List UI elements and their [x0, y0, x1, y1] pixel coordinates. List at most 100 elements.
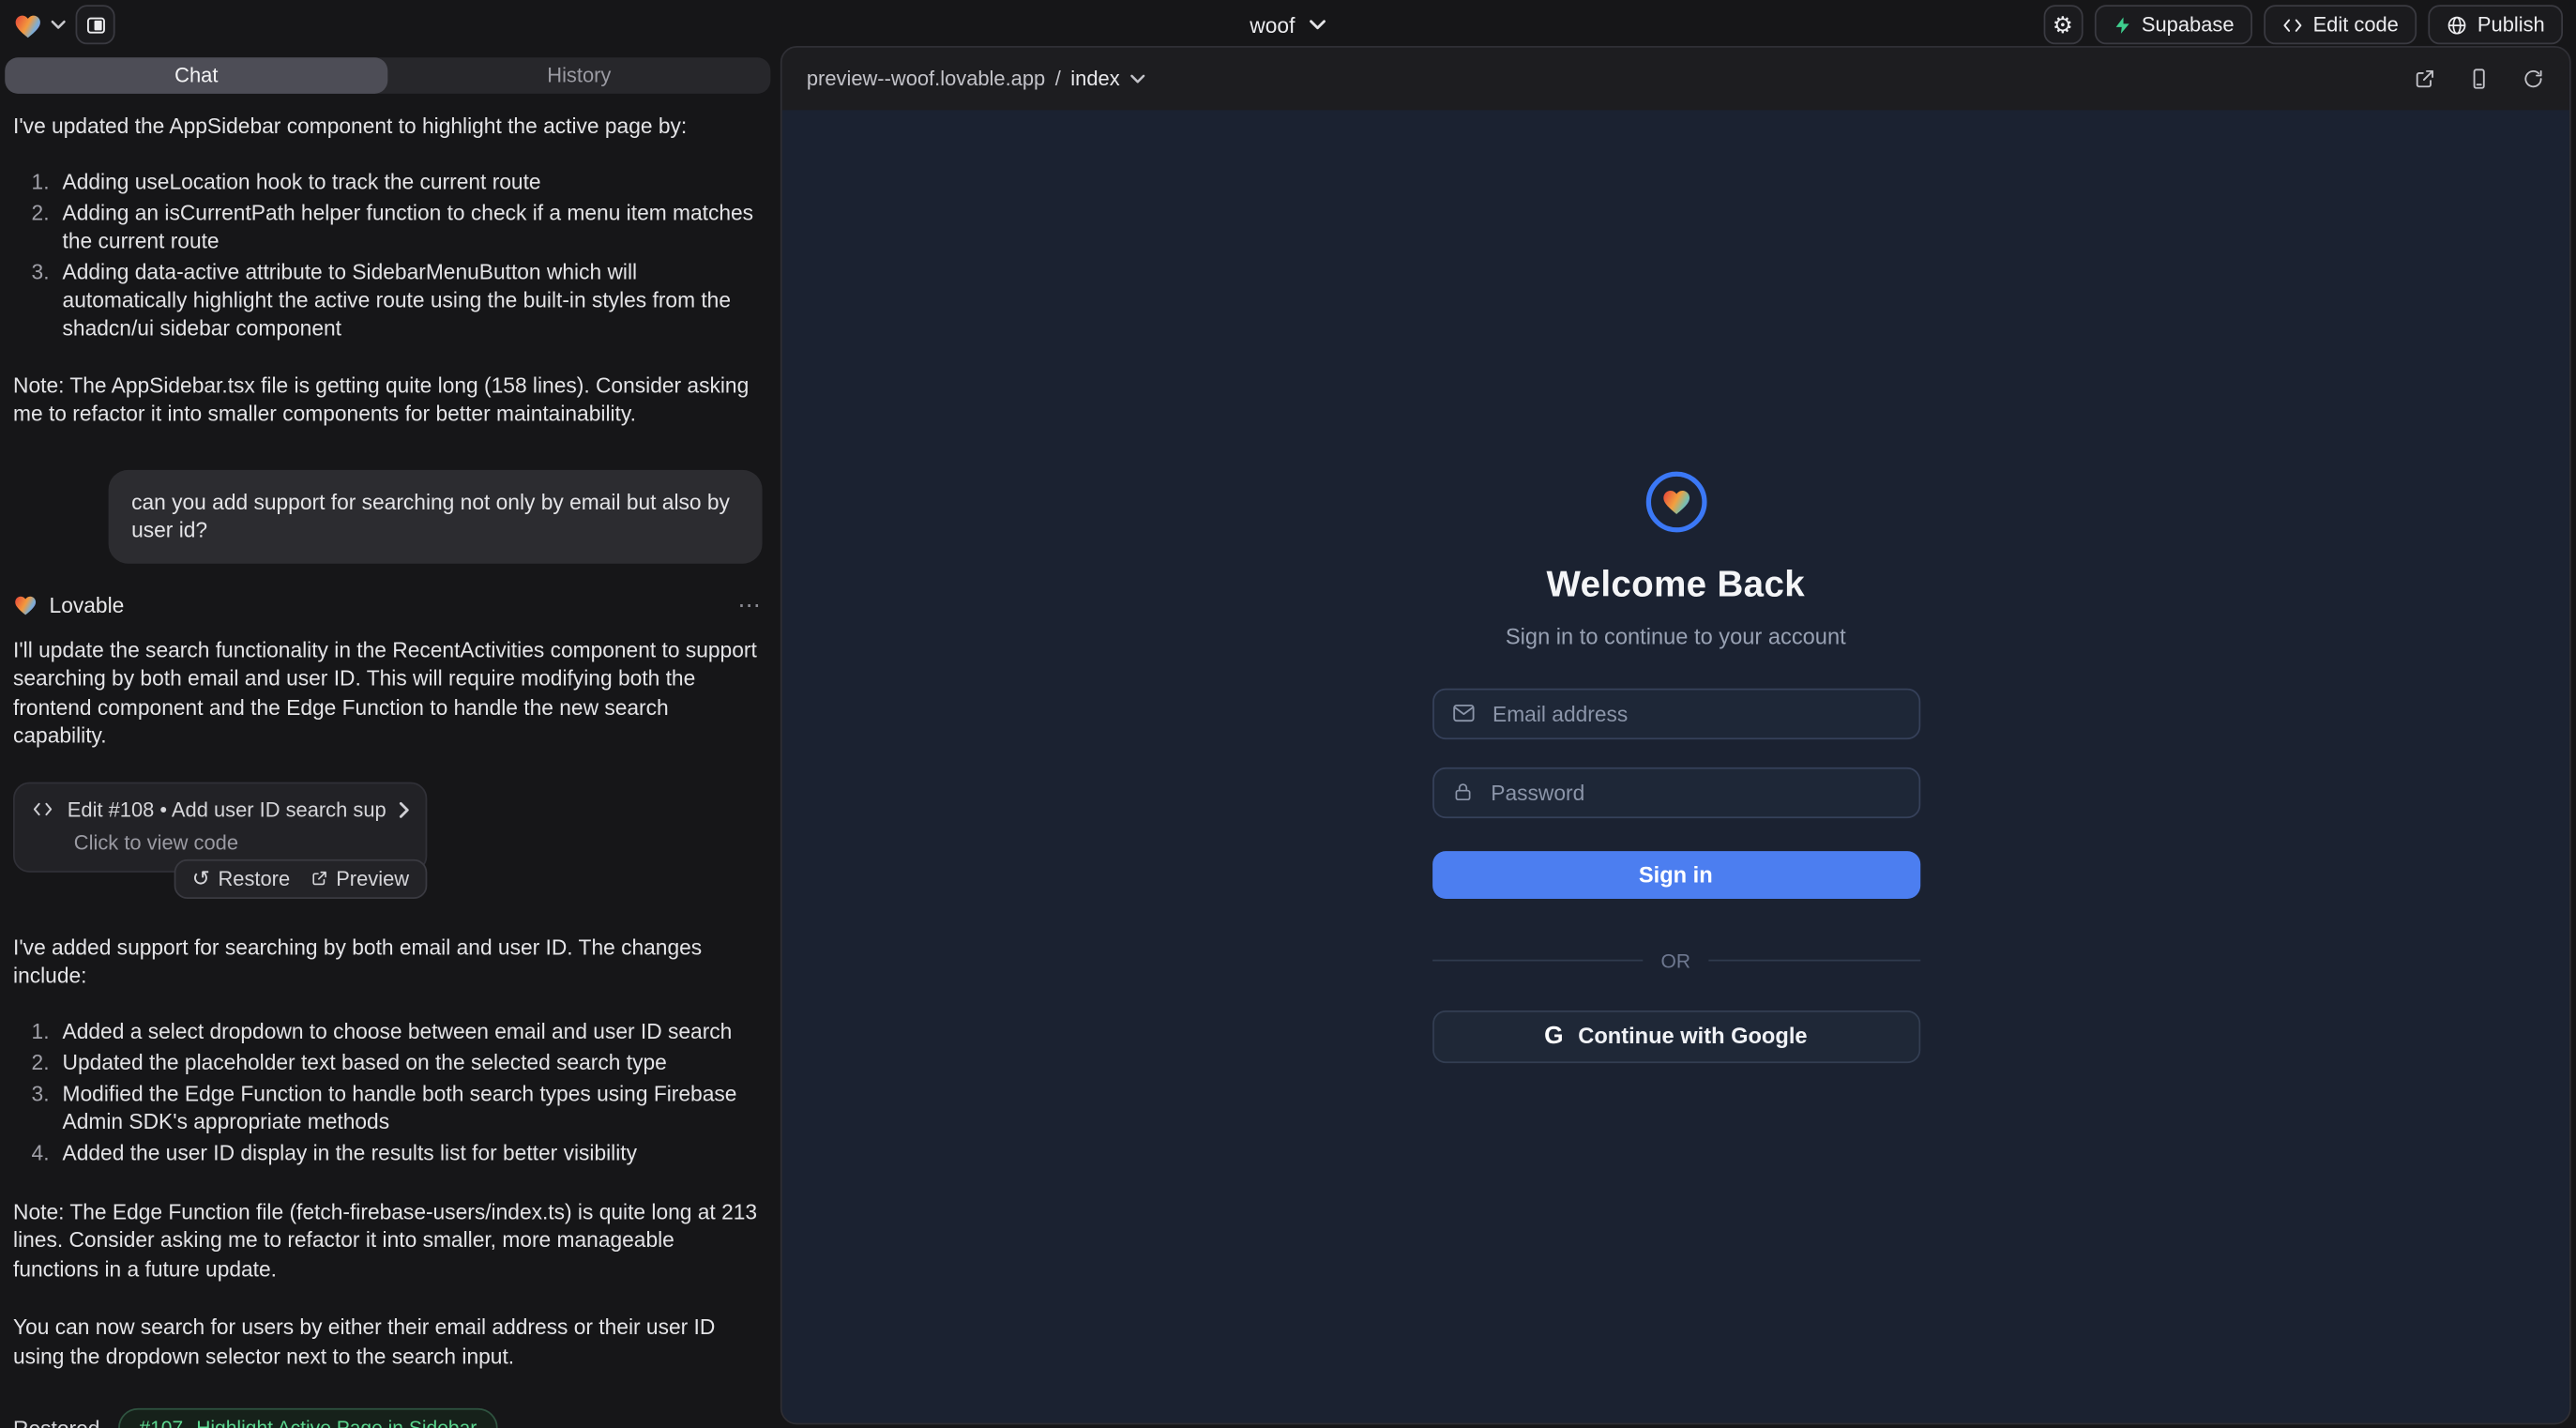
list-text: Updated the placeholder text based on th… [63, 1047, 763, 1075]
list-text: Adding data-active attribute to SidebarM… [63, 257, 763, 341]
edit-code-label: Edit code [2313, 13, 2399, 37]
password-field[interactable] [1432, 767, 1919, 817]
numbered-list: 1. Added a select dropdown to choose bet… [13, 1016, 763, 1165]
list-item: 2. Updated the placeholder text based on… [13, 1047, 763, 1075]
restored-label: Restored [13, 1416, 99, 1428]
preview-viewport: Welcome Back Sign in to continue to your… [782, 110, 2569, 1422]
chevron-down-icon [51, 20, 66, 30]
restored-row: Restored #107 Highlight Active Page in S… [13, 1408, 763, 1428]
heart-icon [1660, 486, 1691, 516]
list-marker: 2. [13, 1047, 63, 1075]
gear-icon: ⚙ [2053, 13, 2073, 37]
email-input[interactable] [1490, 699, 1901, 727]
preview-domain: preview--woof.lovable.app [807, 68, 1045, 91]
edit-code-button[interactable]: Edit code [2264, 5, 2417, 44]
preview-button[interactable]: Preview [310, 867, 409, 890]
version-title: Highlight Active Page in Sidebar [196, 1417, 477, 1428]
list-text: Added the user ID display in the results… [63, 1138, 763, 1166]
login-subtitle: Sign in to continue to your account [1506, 624, 1846, 648]
edit-card-subtitle: Click to view code [74, 830, 409, 854]
list-item: 3. Adding data-active attribute to Sideb… [13, 257, 763, 341]
chevron-down-icon[interactable] [1129, 74, 1144, 84]
list-item: 3. Modified the Edge Function to handle … [13, 1079, 763, 1135]
panel-left-icon [84, 14, 106, 36]
version-badge[interactable]: #107 Highlight Active Page in Sidebar [118, 1408, 498, 1428]
sidebar-toggle-button[interactable] [76, 5, 115, 44]
user-message-bubble: can you add support for searching not on… [109, 469, 763, 563]
list-marker: 1. [13, 167, 63, 195]
preview-route: index [1070, 68, 1119, 91]
preview-url-bar: preview--woof.lovable.app / index [782, 48, 2569, 111]
assistant-paragraph: I've updated the AppSidebar component to… [13, 112, 763, 141]
lovable-heart-icon [13, 593, 38, 616]
assistant-paragraph: You can now search for users by either t… [13, 1313, 763, 1370]
tab-chat[interactable]: Chat [5, 57, 387, 94]
app-logo [1645, 471, 1706, 532]
list-item: 4. Added the user ID display in the resu… [13, 1138, 763, 1166]
external-link-icon [310, 869, 327, 887]
list-marker: 4. [13, 1138, 63, 1166]
supabase-label: Supabase [2142, 13, 2235, 37]
assistant-header: Lovable ⋯ [13, 591, 763, 619]
email-field[interactable] [1432, 688, 1919, 738]
refresh-icon[interactable] [2522, 68, 2545, 91]
chat-tabs: Chat History [5, 57, 770, 94]
list-marker: 2. [13, 198, 63, 254]
list-marker: 1. [13, 1016, 63, 1044]
list-text: Modified the Edge Function to handle bot… [63, 1079, 763, 1135]
chat-messages: I've updated the AppSidebar component to… [4, 94, 773, 1423]
tab-history[interactable]: History [387, 57, 770, 94]
list-marker: 3. [13, 257, 63, 341]
login-form: Sign in OR G Continue with Google [1432, 688, 1919, 1062]
version-number: #107 [139, 1417, 183, 1428]
edit-version-card[interactable]: Edit #108 • Add user ID search supp... C… [13, 782, 427, 872]
project-name[interactable]: woof [1250, 12, 1295, 37]
project-chevron-down-icon[interactable] [1310, 20, 1326, 30]
assistant-paragraph: I'll update the search functionality in … [13, 635, 763, 751]
restore-button[interactable]: ↺ Restore [192, 867, 291, 890]
code-icon [31, 800, 54, 818]
list-item: 1. Adding useLocation hook to track the … [13, 167, 763, 195]
login-title: Welcome Back [1547, 563, 1805, 606]
url-separator: / [1055, 68, 1061, 91]
list-text: Adding an isCurrentPath helper function … [63, 198, 763, 254]
numbered-list: 1. Adding useLocation hook to track the … [13, 167, 763, 342]
or-divider: OR [1432, 949, 1919, 972]
password-input[interactable] [1488, 778, 1901, 806]
google-g-icon: G [1544, 1022, 1563, 1050]
lovable-app: woof ⚙ Supabase Edit code [0, 0, 2576, 1428]
lock-icon [1451, 781, 1473, 804]
restore-label: Restore [218, 867, 290, 890]
preview-label: Preview [336, 867, 409, 890]
lovable-logo-menu[interactable] [13, 10, 66, 38]
or-label: OR [1661, 949, 1691, 972]
supabase-bolt-icon [2112, 14, 2131, 36]
preview-url[interactable]: preview--woof.lovable.app / index [807, 68, 1144, 91]
ellipsis-menu-icon[interactable]: ⋯ [737, 591, 762, 619]
edit-card-title: Edit #108 • Add user ID search supp... [68, 798, 386, 821]
lovable-heart-icon [13, 10, 43, 38]
google-signin-button[interactable]: G Continue with Google [1432, 1010, 1919, 1062]
list-marker: 3. [13, 1079, 63, 1135]
assistant-name: Lovable [50, 592, 125, 616]
supabase-button[interactable]: Supabase [2094, 5, 2252, 44]
signin-button[interactable]: Sign in [1432, 850, 1919, 898]
chevron-right-icon[interactable] [400, 801, 410, 818]
list-text: Adding useLocation hook to track the cur… [63, 167, 763, 195]
publish-button[interactable]: Publish [2428, 5, 2563, 44]
globe-icon [2447, 14, 2468, 36]
settings-button[interactable]: ⚙ [2043, 5, 2083, 44]
publish-label: Publish [2478, 13, 2545, 37]
envelope-icon [1451, 704, 1475, 723]
assistant-note: Note: The Edge Function file (fetch-fire… [13, 1197, 763, 1284]
chat-panel: Chat History I've updated the AppSidebar… [0, 50, 776, 1428]
assistant-paragraph: I've added support for searching by both… [13, 933, 763, 990]
list-item: 2. Adding an isCurrentPath helper functi… [13, 198, 763, 254]
preview-panel: preview--woof.lovable.app / index [780, 46, 2571, 1424]
mobile-view-icon[interactable] [2467, 68, 2491, 91]
list-text: Added a select dropdown to choose betwee… [63, 1016, 763, 1044]
login-card: Welcome Back Sign in to continue to your… [1432, 471, 1919, 1062]
restore-icon: ↺ [192, 868, 210, 889]
open-in-new-tab-icon[interactable] [2414, 68, 2437, 91]
assistant-note: Note: The AppSidebar.tsx file is getting… [13, 371, 763, 428]
